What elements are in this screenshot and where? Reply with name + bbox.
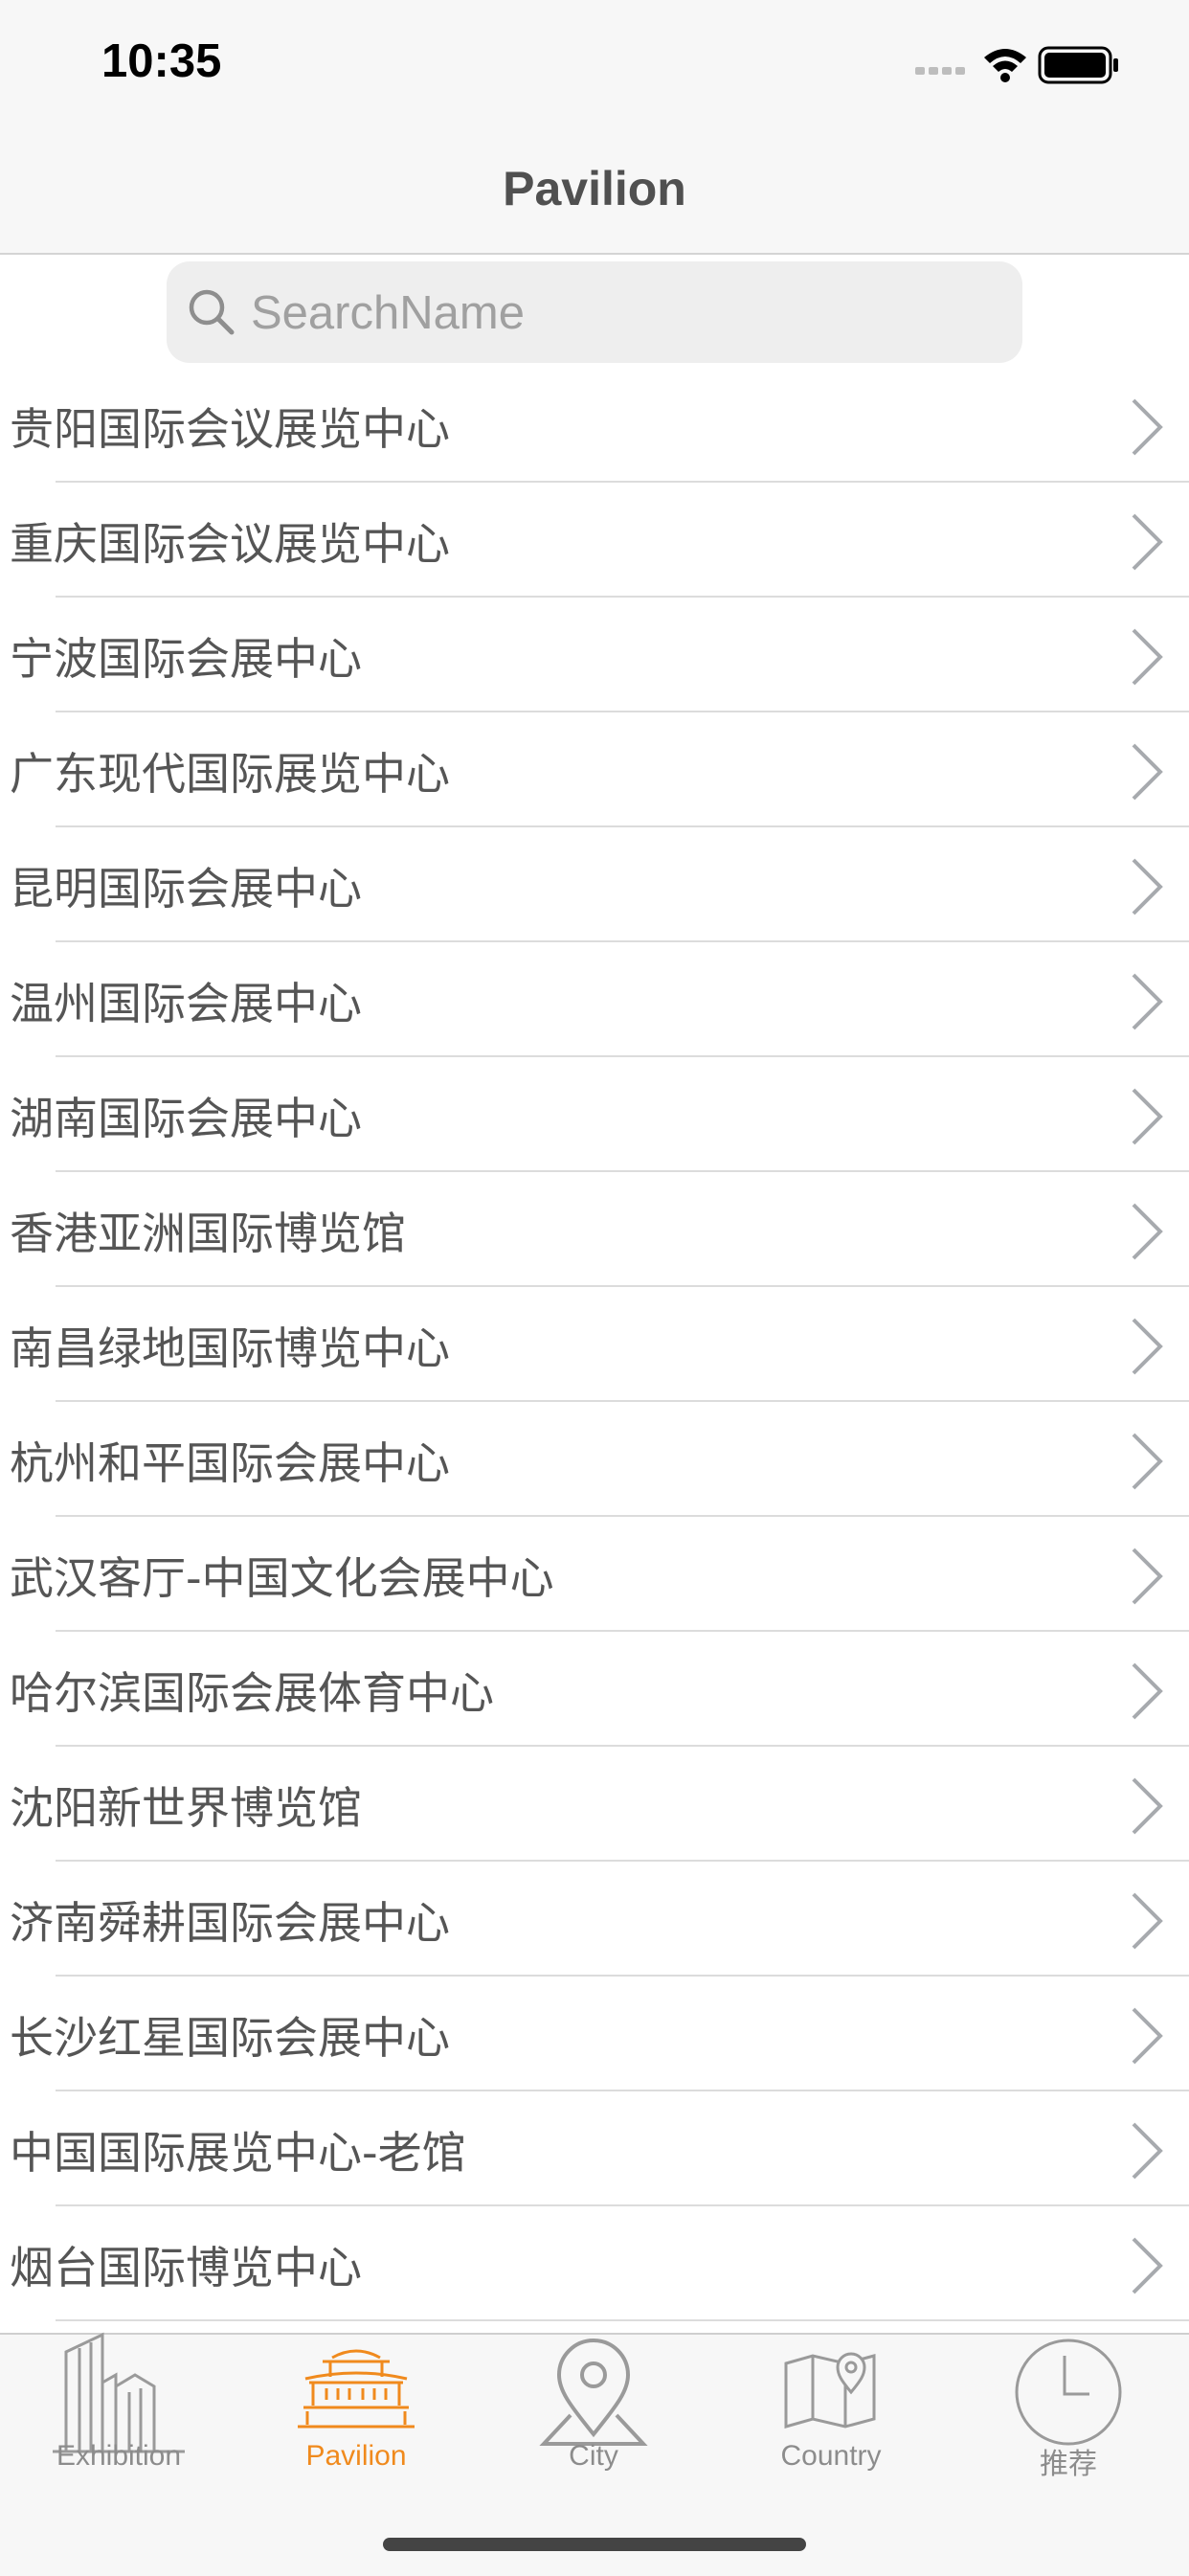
- status-time: 10:35: [101, 35, 222, 87]
- navigation-bar: Pavilion: [0, 126, 1189, 255]
- list-item-label: 香港亚洲国际博览馆: [10, 1208, 406, 1259]
- list-item[interactable]: 长沙红星国际会展中心: [0, 1977, 1189, 2091]
- row-separator: [56, 2319, 1189, 2321]
- clock-icon: [1015, 2339, 1122, 2446]
- list-item-label: 昆明国际会展中心: [10, 863, 362, 915]
- list-item-label: 广东现代国际展览中心: [10, 748, 450, 800]
- list-item[interactable]: 温州国际会展中心: [0, 942, 1189, 1057]
- list-item[interactable]: 重庆国际会议展览中心: [0, 483, 1189, 598]
- page-title: Pavilion: [503, 162, 686, 215]
- chevron-right-icon: [1132, 1548, 1163, 1605]
- chevron-right-icon: [1132, 1088, 1163, 1145]
- chevron-right-icon: [1132, 1892, 1163, 1950]
- list-item[interactable]: 沈阳新世界博览馆: [0, 1747, 1189, 1862]
- search-bar[interactable]: [167, 261, 1022, 365]
- list-item[interactable]: 杭州和平国际会展中心: [0, 1402, 1189, 1517]
- list-item[interactable]: 南昌绿地国际博览中心: [0, 1287, 1189, 1402]
- chevron-right-icon: [1132, 973, 1163, 1030]
- status-bar: 10:35: [0, 0, 1189, 126]
- tab-label: Pavilion: [305, 2440, 407, 2472]
- chevron-right-icon: [1132, 2122, 1163, 2180]
- list-item-label: 中国国际展览中心-老馆: [10, 2127, 466, 2179]
- tab-recommend[interactable]: 推荐: [950, 2335, 1187, 2480]
- tab-label: 推荐: [1040, 2449, 1097, 2480]
- list-item[interactable]: 昆明国际会展中心: [0, 827, 1189, 942]
- list-item[interactable]: 中国国际展览中心-老馆: [0, 2091, 1189, 2206]
- chevron-right-icon: [1132, 1433, 1163, 1490]
- chevron-right-icon: [1132, 2007, 1163, 2065]
- list-item[interactable]: 哈尔滨国际会展体育中心: [0, 1632, 1189, 1747]
- wifi-icon: [984, 49, 1026, 82]
- chevron-right-icon: [1132, 1203, 1163, 1260]
- list-item[interactable]: 济南舜耕国际会展中心: [0, 1862, 1189, 1977]
- chevron-right-icon: [1132, 2237, 1163, 2294]
- list-item[interactable]: 宁波国际会展中心: [0, 598, 1189, 712]
- list-item-label: 南昌绿地国际博览中心: [10, 1322, 450, 1374]
- tab-city[interactable]: City: [475, 2335, 712, 2478]
- tab-label: Country: [780, 2440, 882, 2472]
- list-item-label: 沈阳新世界博览馆: [10, 1782, 362, 1834]
- chevron-right-icon: [1132, 398, 1163, 456]
- list-item[interactable]: 香港亚洲国际博览馆: [0, 1172, 1189, 1287]
- chevron-right-icon: [1132, 858, 1163, 915]
- list-item[interactable]: 武汉客厅-中国文化会展中心: [0, 1517, 1189, 1632]
- chevron-right-icon: [1132, 1662, 1163, 1720]
- list-item[interactable]: 烟台国际博览中心: [0, 2206, 1189, 2321]
- home-indicator: [383, 2538, 806, 2551]
- list-item-label: 杭州和平国际会展中心: [10, 1437, 450, 1489]
- cellular-signal-icon: [915, 67, 965, 75]
- pavilion-icon: [298, 2349, 415, 2429]
- list-item-label: 湖南国际会展中心: [10, 1093, 362, 1144]
- list-item-label: 宁波国际会展中心: [10, 633, 362, 685]
- location-pin-icon: [539, 2339, 648, 2446]
- list-item-label: 贵阳国际会议展览中心: [10, 403, 450, 455]
- tab-exhibition[interactable]: Exhibition: [0, 2332, 237, 2478]
- search-input[interactable]: [249, 261, 999, 365]
- chevron-right-icon: [1132, 1777, 1163, 1835]
- list-item-label: 长沙红星国际会展中心: [10, 2012, 450, 2064]
- pavilion-list: 贵阳国际会议展览中心 重庆国际会议展览中心 宁波国际会展中心广东现代国际展览中心 昆明…: [0, 368, 1189, 2333]
- tab-pavilion[interactable]: Pavilion: [237, 2335, 475, 2478]
- status-icons: [915, 46, 1118, 84]
- chevron-right-icon: [1132, 1318, 1163, 1375]
- list-item-label: 哈尔滨国际会展体育中心: [10, 1667, 494, 1719]
- search-icon: [189, 289, 235, 335]
- list-item-label: 济南舜耕国际会展中心: [10, 1897, 450, 1949]
- list-item-label: 烟台国际博览中心: [10, 2242, 362, 2294]
- battery-icon: [1038, 46, 1118, 84]
- list-item-label: 重庆国际会议展览中心: [10, 518, 450, 570]
- list-item[interactable]: 贵阳国际会议展览中心: [0, 368, 1189, 483]
- map-icon: [784, 2352, 876, 2429]
- chevron-right-icon: [1132, 513, 1163, 571]
- list-item-label: 温州国际会展中心: [10, 978, 362, 1029]
- tab-country[interactable]: Country: [712, 2335, 950, 2478]
- chevron-right-icon: [1132, 743, 1163, 801]
- chevron-right-icon: [1132, 628, 1163, 686]
- list-item[interactable]: 湖南国际会展中心: [0, 1057, 1189, 1172]
- tab-label: Exhibition: [56, 2440, 182, 2472]
- list-item-label: 武汉客厅-中国文化会展中心: [10, 1552, 554, 1604]
- tab-label: City: [569, 2440, 618, 2472]
- list-item[interactable]: 广东现代国际展览中心: [0, 712, 1189, 827]
